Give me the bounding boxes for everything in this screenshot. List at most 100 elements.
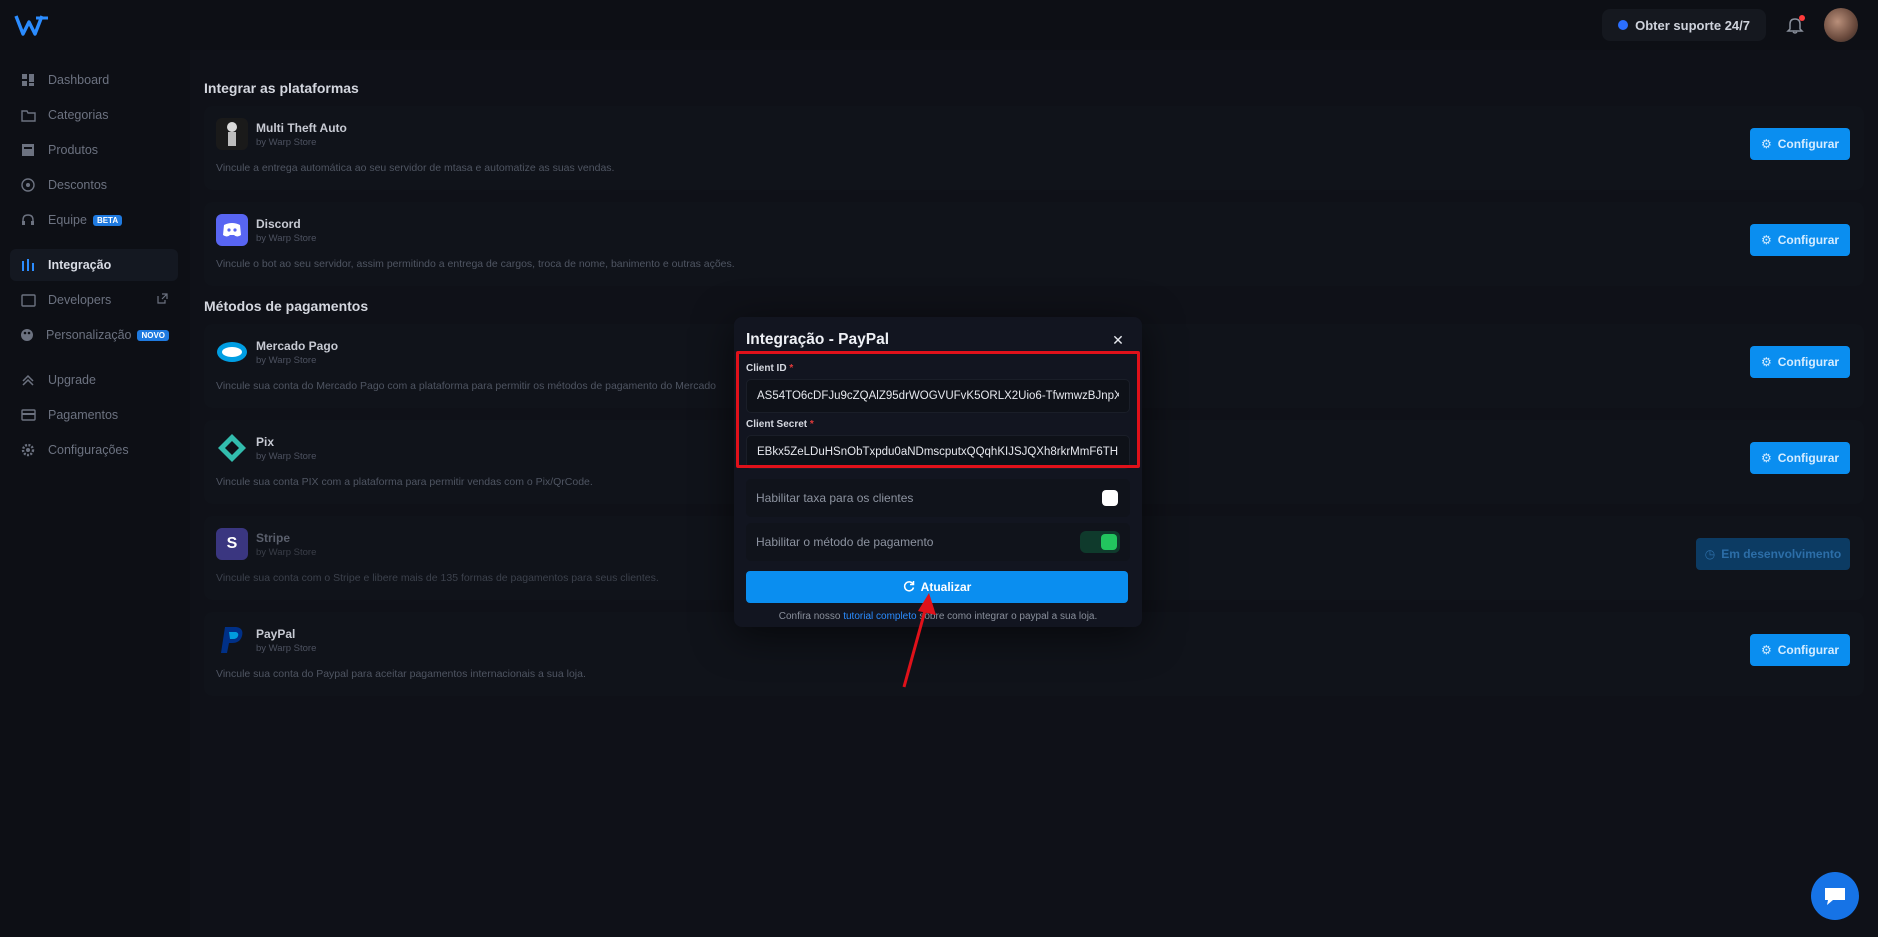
client-secret-input[interactable]	[746, 435, 1130, 469]
enable-toggle-row: Habilitar o método de pagamento	[746, 523, 1130, 561]
beta-tag: BETA	[92, 214, 123, 226]
support-dot-icon	[1618, 20, 1629, 30]
sidebar-item-label: Upgrade	[48, 373, 96, 387]
card-name: Pix	[256, 434, 275, 449]
nav-gap	[10, 239, 178, 249]
sidebar-item-pagamentos[interactable]: Pagamentos	[10, 399, 178, 431]
toggle-knob	[1101, 534, 1117, 550]
card-name: Mercado Pago	[256, 338, 339, 353]
mta-logo-icon	[216, 118, 248, 150]
sidebar-item-label: Equipe	[48, 213, 87, 227]
sidebar-item-produtos[interactable]: Produtos	[10, 134, 178, 166]
configure-button-discord[interactable]: ⚙ Configurar	[1750, 224, 1850, 256]
dashboard-icon	[20, 72, 36, 88]
sidebar-item-label: Configurações	[48, 443, 129, 457]
support-label: Obter suporte 24/7	[1635, 17, 1750, 33]
in-dev-label: Em desenvolvimento	[1721, 547, 1842, 561]
sidebar-item-personalizacao[interactable]: Personalização NOVO	[10, 319, 178, 351]
sidebar-item-integracao[interactable]: Integração	[10, 249, 178, 281]
card-name: PayPal	[256, 626, 296, 641]
card-description: Vincule sua conta do Paypal para aceitar…	[216, 668, 586, 680]
configure-button-mta[interactable]: ⚙ Configurar	[1750, 128, 1850, 160]
mercado-pago-logo-icon	[216, 336, 248, 368]
sidebar: Dashboard Categorias Produtos Descontos …	[0, 50, 188, 937]
card-head: PayPal by Warp Store	[216, 624, 1852, 656]
palette-icon	[20, 327, 34, 343]
stripe-logo-icon: S	[216, 528, 248, 560]
pix-logo-icon	[216, 432, 248, 464]
required-mark: *	[789, 363, 794, 374]
sidebar-item-label: Integração	[48, 258, 112, 272]
gear-icon: ⚙	[1760, 233, 1772, 247]
client-secret-label-text: Client Secret	[746, 419, 808, 430]
enable-payment-toggle[interactable]	[1080, 531, 1120, 553]
sidebar-item-label: Personalização	[46, 328, 132, 342]
modal-header: Integração - PayPal ✕	[746, 317, 1130, 355]
card-description: Vincule a entrega automática ao seu serv…	[216, 162, 615, 174]
app-root: Obter suporte 24/7 Dashboard Categorias …	[0, 0, 1878, 937]
card-head: Multi Theft Auto by Warp Store	[216, 118, 1852, 150]
enable-toggle-label: Habilitar o método de pagamento	[756, 535, 934, 549]
sidebar-item-developers[interactable]: Developers	[10, 284, 178, 316]
modal-title: Integração - PayPal	[746, 331, 890, 348]
nav-gap	[10, 354, 178, 364]
client-id-input[interactable]	[746, 379, 1130, 413]
footnote-prefix: Confira nosso	[778, 611, 841, 622]
configure-button-mercado-pago[interactable]: ⚙ Configurar	[1750, 346, 1850, 378]
chat-widget-button[interactable]	[1811, 872, 1859, 920]
configure-label: Configurar	[1777, 137, 1840, 151]
sidebar-item-equipe[interactable]: Equipe BETA	[10, 204, 178, 236]
configure-label: Configurar	[1777, 355, 1840, 369]
warp-logo[interactable]	[14, 11, 54, 39]
card-titles: Pix by Warp Store	[256, 435, 316, 462]
external-link-icon	[157, 293, 168, 307]
required-mark: *	[809, 419, 814, 430]
configure-label: Configurar	[1777, 643, 1840, 657]
support-button[interactable]: Obter suporte 24/7	[1602, 9, 1766, 41]
close-icon[interactable]: ✕	[1110, 332, 1126, 348]
toggle-knob	[1102, 490, 1118, 506]
fee-toggle[interactable]	[1080, 487, 1120, 509]
discord-logo-icon	[216, 214, 248, 246]
card-by: by Warp Store	[256, 354, 317, 366]
card-description: Vincule o bot ao seu servidor, assim per…	[216, 258, 735, 270]
card-by: by Warp Store	[256, 232, 317, 244]
notification-badge	[1799, 15, 1805, 21]
sidebar-item-label: Dashboard	[48, 73, 110, 87]
sidebar-item-label: Pagamentos	[48, 408, 119, 422]
sidebar-item-configuracoes[interactable]: Configurações	[10, 434, 178, 466]
paypal-logo-icon	[216, 624, 248, 656]
configure-label: Configurar	[1777, 233, 1840, 247]
sidebar-item-descontos[interactable]: Descontos	[10, 169, 178, 201]
sidebar-item-dashboard[interactable]: Dashboard	[10, 64, 178, 96]
sidebar-item-label: Produtos	[48, 143, 99, 157]
card-by: by Warp Store	[256, 450, 317, 462]
client-secret-label: Client Secret *	[746, 419, 1130, 430]
folder-icon	[20, 107, 36, 123]
card-titles: Stripe by Warp Store	[256, 531, 316, 558]
card-name: Stripe	[256, 530, 291, 545]
gear-icon	[20, 442, 36, 458]
card-titles: Mercado Pago by Warp Store	[256, 339, 338, 366]
card-name: Multi Theft Auto	[256, 120, 347, 135]
card-titles: Discord by Warp Store	[256, 217, 316, 244]
sidebar-item-categorias[interactable]: Categorias	[10, 99, 178, 131]
user-avatar[interactable]	[1824, 8, 1858, 42]
configure-button-paypal[interactable]: ⚙ Configurar	[1750, 634, 1850, 666]
notifications-bell-icon[interactable]	[1784, 14, 1806, 36]
headset-icon	[20, 212, 36, 228]
configure-label: Configurar	[1777, 451, 1840, 465]
box-icon	[20, 142, 36, 158]
top-bar: Obter suporte 24/7	[0, 0, 1878, 50]
gear-icon: ⚙	[1760, 451, 1772, 465]
fee-toggle-row: Habilitar taxa para os clientes	[746, 479, 1130, 517]
sidebar-item-label: Developers	[48, 293, 112, 307]
gear-icon: ⚙	[1760, 137, 1772, 151]
in-development-button: ◷ Em desenvolvimento	[1696, 538, 1850, 570]
novo-tag: NOVO	[137, 329, 170, 341]
payments-icon	[20, 407, 36, 423]
configure-button-pix[interactable]: ⚙ Configurar	[1750, 442, 1850, 474]
sidebar-item-upgrade[interactable]: Upgrade	[10, 364, 178, 396]
sidebar-item-label: Categorias	[48, 108, 109, 122]
gear-icon: ⚙	[1760, 355, 1772, 369]
